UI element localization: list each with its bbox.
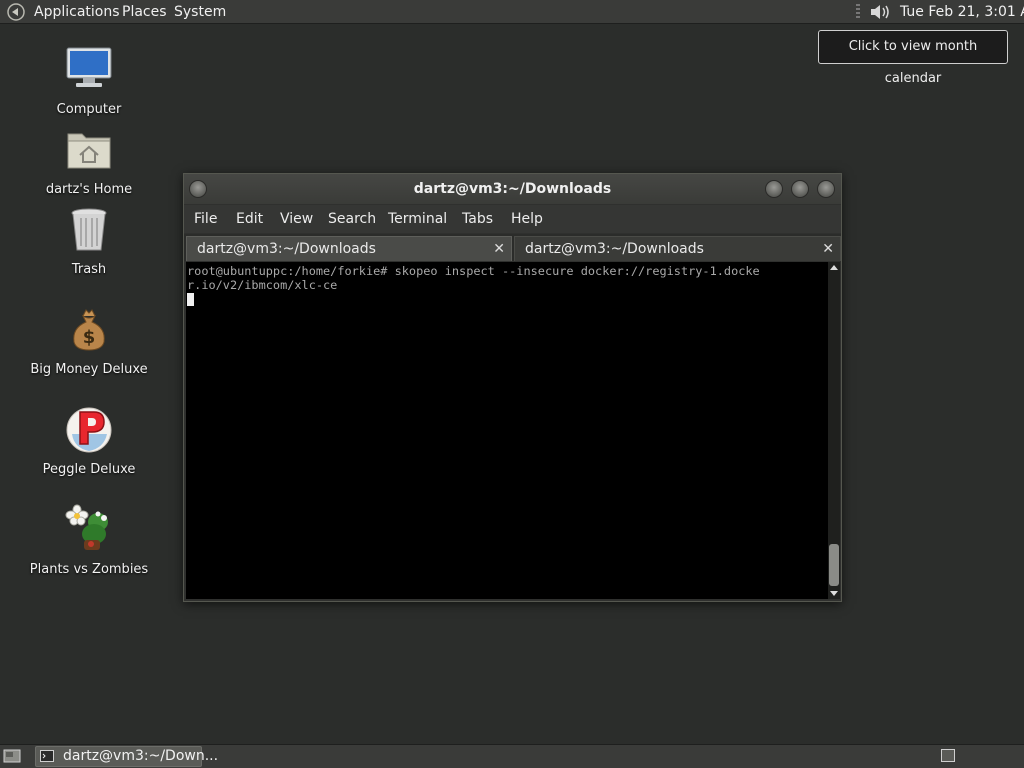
terminal-scrollbar[interactable]: [828, 262, 840, 599]
bottom-panel: dartz@vm3:~/Down...: [0, 744, 1024, 768]
desktop-icon-computer[interactable]: Computer: [28, 44, 150, 117]
desktop-icon-label: Big Money Deluxe: [30, 362, 148, 377]
scroll-down-icon[interactable]: [830, 591, 838, 596]
gnome-foot-icon[interactable]: [6, 3, 26, 21]
home-folder-icon: [67, 133, 111, 169]
text-cursor: [187, 293, 194, 306]
svg-text:$: $: [83, 327, 96, 348]
menu-file[interactable]: File: [194, 205, 217, 233]
places-menu[interactable]: Places: [122, 0, 167, 24]
menu-search[interactable]: Search: [328, 205, 376, 233]
menu-view[interactable]: View: [280, 205, 313, 233]
top-panel: Applications Places System Tue Feb 21, 3…: [0, 0, 1024, 24]
taskbar-label: dartz@vm3:~/Down...: [63, 748, 219, 764]
terminal-menubar: File Edit View Search Terminal Tabs Help: [184, 205, 841, 233]
desktop-icon-label: Computer: [56, 102, 122, 117]
trash-icon: [71, 208, 107, 251]
desktop-icon-label: Peggle Deluxe: [42, 462, 136, 477]
desktop-icon-label: dartz's Home: [45, 182, 133, 197]
tab-label: dartz@vm3:~/Downloads: [525, 241, 704, 257]
money-bag-icon: $: [73, 309, 105, 351]
clock[interactable]: Tue Feb 21, 3:01 AM: [900, 0, 1024, 24]
panel-separator: [856, 4, 860, 20]
desktop-icon-trash[interactable]: Trash: [28, 204, 150, 277]
tab-label: dartz@vm3:~/Downloads: [197, 241, 376, 257]
terminal-icon: [40, 750, 54, 762]
minimize-button[interactable]: [765, 180, 783, 198]
menu-tabs[interactable]: Tabs: [462, 205, 493, 233]
terminal-line: root@ubuntuppc:/home/forkie# skopeo insp…: [187, 264, 760, 278]
scrollbar-thumb[interactable]: [829, 544, 839, 586]
desktop-icon-home[interactable]: dartz's Home: [28, 124, 150, 197]
scroll-up-icon[interactable]: [830, 265, 838, 270]
terminal-line: r.io/v2/ibmcom/xlc-ce: [187, 278, 338, 292]
menu-help[interactable]: Help: [511, 205, 543, 233]
desktop-icon-label: Trash: [71, 262, 107, 277]
title-bar[interactable]: dartz@vm3:~/Downloads: [184, 174, 841, 204]
close-button[interactable]: [817, 180, 835, 198]
applications-menu[interactable]: Applications: [34, 0, 120, 24]
tab-close-icon[interactable]: ✕: [493, 237, 505, 261]
plants-vs-zombies-icon: [65, 504, 108, 550]
menu-terminal[interactable]: Terminal: [388, 205, 447, 233]
window-title: dartz@vm3:~/Downloads: [413, 181, 612, 197]
tab-bar: dartz@vm3:~/Downloads ✕ dartz@vm3:~/Down…: [184, 234, 841, 261]
workspace-switcher[interactable]: [941, 749, 955, 762]
volume-icon[interactable]: [868, 3, 892, 21]
peggle-icon: [66, 407, 112, 453]
tab-close-icon[interactable]: ✕: [822, 237, 834, 261]
desktop-icon-plants-vs-zombies[interactable]: Plants vs Zombies: [28, 504, 150, 577]
desktop-icon-label: Plants vs Zombies: [29, 562, 149, 577]
system-menu[interactable]: System: [174, 0, 226, 24]
menu-edit[interactable]: Edit: [236, 205, 263, 233]
desktop-icon-peggle[interactable]: Peggle Deluxe: [28, 404, 150, 477]
desktop-icon-big-money[interactable]: $ Big Money Deluxe: [28, 304, 150, 377]
tab-downloads-1[interactable]: dartz@vm3:~/Downloads ✕: [186, 236, 512, 261]
taskbar-terminal-button[interactable]: dartz@vm3:~/Down...: [35, 746, 218, 767]
show-desktop-icon[interactable]: [3, 748, 21, 764]
tab-downloads-2[interactable]: dartz@vm3:~/Downloads ✕: [514, 236, 841, 261]
terminal-window: dartz@vm3:~/Downloads File Edit View Sea…: [183, 173, 842, 602]
terminal-output[interactable]: root@ubuntuppc:/home/forkie# skopeo insp…: [186, 262, 828, 599]
computer-icon: [66, 47, 112, 87]
calendar-tooltip: Click to view month calendar: [818, 30, 1008, 86]
maximize-button[interactable]: [791, 180, 809, 198]
